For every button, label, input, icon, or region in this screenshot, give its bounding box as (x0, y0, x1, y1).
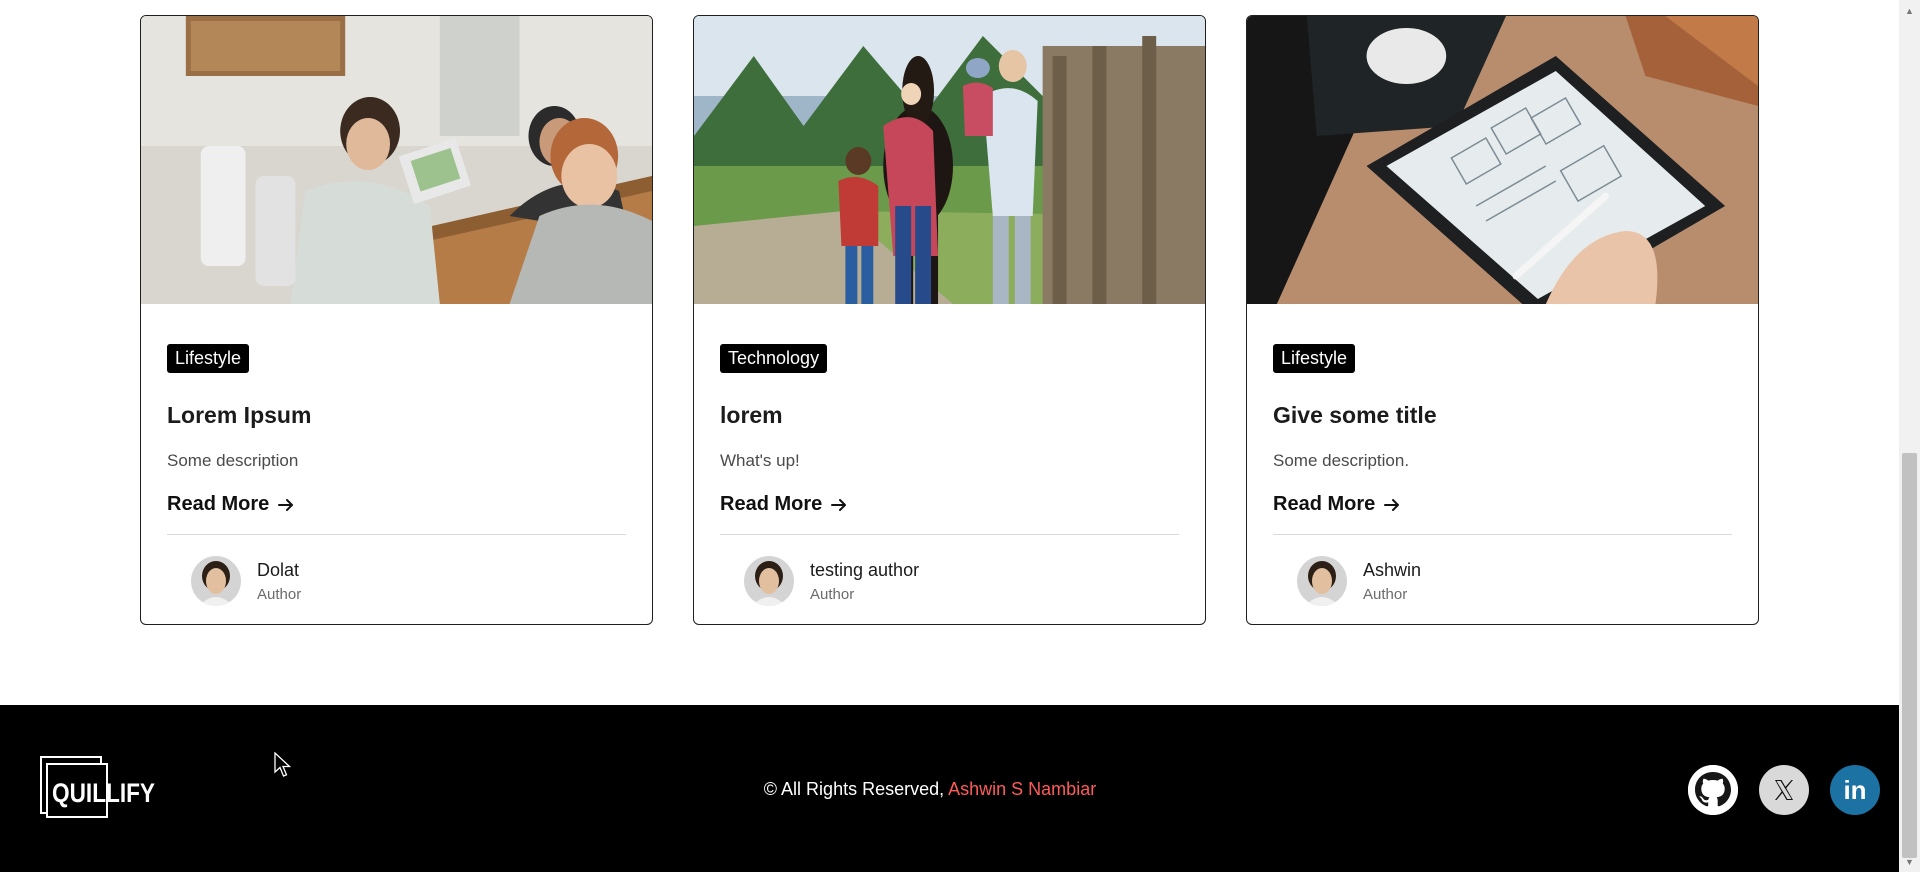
author-avatar[interactable] (191, 556, 241, 606)
author-avatar[interactable] (744, 556, 794, 606)
read-more-link[interactable]: Read More (167, 493, 295, 516)
card-image-family-horse[interactable] (694, 16, 1205, 304)
read-more-link[interactable]: Read More (720, 493, 848, 516)
card-description: Some description (167, 451, 299, 470)
linkedin-icon: in (1843, 774, 1867, 805)
card-image-office-meeting[interactable] (141, 16, 652, 304)
blog-card-grid: Lifestyle Lorem Ipsum Some description R… (140, 15, 1760, 625)
author-name: Dolat (257, 559, 300, 580)
card-title[interactable]: lorem (720, 402, 783, 429)
author-info[interactable]: Dolat Author (191, 556, 301, 606)
github-icon (1688, 765, 1738, 815)
scrollbar-thumb[interactable] (1902, 453, 1917, 858)
x-link[interactable] (1759, 765, 1809, 815)
card-divider (720, 534, 1179, 535)
owner-name: Ashwin S Nambiar (948, 779, 1097, 799)
card-title[interactable]: Lorem Ipsum (167, 402, 311, 429)
category-badge[interactable]: Lifestyle (167, 344, 250, 373)
arrow-right-icon (278, 498, 294, 511)
site-footer: QUILLIFY © All Rights Reserved, Ashwin S… (0, 705, 1899, 872)
card-title[interactable]: Give some title (1273, 402, 1437, 429)
github-link[interactable] (1688, 765, 1738, 815)
author-name: Ashwin (1363, 559, 1422, 580)
copyright-prefix: © All Rights Reserved, (763, 779, 945, 799)
arrow-right-icon (831, 498, 847, 511)
read-more-label: Read More (1273, 493, 1376, 515)
card-divider (1273, 534, 1732, 535)
page: Lifestyle Lorem Ipsum Some description R… (0, 0, 1899, 872)
card-divider (167, 534, 626, 535)
author-role: Author (257, 585, 302, 603)
author-info[interactable]: Ashwin Author (1297, 556, 1421, 606)
author-role: Author (1363, 585, 1408, 603)
copyright-text: © All Rights Reserved, Ashwin S Nambiar (0, 779, 1860, 800)
author-role: Author (810, 585, 855, 603)
read-more-label: Read More (167, 493, 270, 515)
mouse-cursor-icon (274, 752, 292, 777)
card-image-tablet-sketch[interactable] (1247, 16, 1758, 304)
linkedin-link[interactable]: in (1830, 765, 1880, 815)
arrow-right-icon (1384, 498, 1400, 511)
page-scrollbar[interactable]: ▲ ▼ (1899, 0, 1920, 872)
author-text: Ashwin Author (1363, 560, 1421, 603)
category-badge[interactable]: Technology (720, 344, 828, 373)
card-body: Technology lorem What's up! Read More te… (694, 304, 1205, 624)
card-body: Lifestyle Lorem Ipsum Some description R… (141, 304, 652, 624)
card-body: Lifestyle Give some title Some descripti… (1247, 304, 1758, 624)
author-text: Dolat Author (257, 560, 301, 603)
card-description: Some description. (1273, 451, 1410, 470)
read-more-link[interactable]: Read More (1273, 493, 1401, 516)
author-name: testing author (810, 559, 920, 580)
card-description: What's up! (720, 451, 800, 470)
blog-card[interactable]: Lifestyle Lorem Ipsum Some description R… (140, 15, 653, 625)
scroll-down-arrow-icon[interactable]: ▼ (1899, 853, 1920, 870)
author-avatar[interactable] (1297, 556, 1347, 606)
blog-card[interactable]: Lifestyle Give some title Some descripti… (1246, 15, 1759, 625)
author-text: testing author Author (810, 560, 919, 603)
scroll-up-arrow-icon[interactable]: ▲ (1899, 2, 1920, 19)
x-icon (1775, 780, 1793, 800)
author-info[interactable]: testing author Author (744, 556, 919, 606)
category-badge[interactable]: Lifestyle (1273, 344, 1356, 373)
social-links: in (1688, 765, 1880, 815)
blog-card[interactable]: Technology lorem What's up! Read More te… (693, 15, 1206, 625)
read-more-label: Read More (720, 493, 823, 515)
